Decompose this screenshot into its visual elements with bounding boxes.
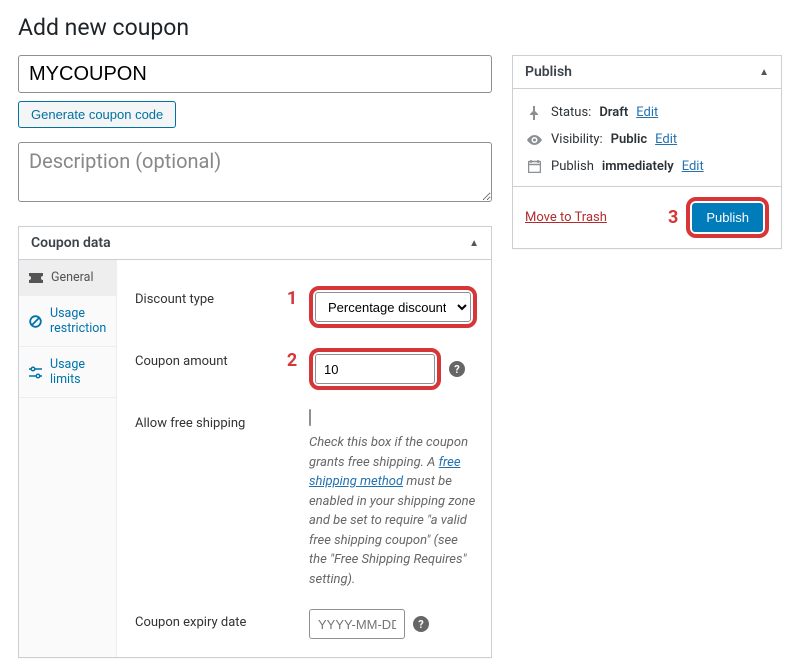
block-icon [29,315,42,328]
tab-usage-limits[interactable]: Usage limits [19,347,116,398]
edit-schedule-link[interactable]: Edit [682,159,704,174]
pin-icon [525,106,543,120]
page-title: Add new coupon [18,14,782,41]
visibility-label: Visibility: [551,132,603,147]
panel-toggle-icon[interactable]: ▲ [759,67,769,78]
help-icon[interactable]: ? [449,361,465,377]
edit-status-link[interactable]: Edit [636,105,658,120]
callout-marker-1: 1 [281,286,303,309]
move-to-trash-link[interactable]: Move to Trash [525,210,607,225]
tab-usage-restriction[interactable]: Usage restriction [19,296,116,347]
help-icon[interactable]: ? [413,616,429,632]
tab-label: Usage limits [50,357,106,387]
coupon-description-textarea[interactable] [18,142,492,202]
panel-toggle-icon[interactable]: ▲ [469,238,479,249]
discount-type-label: Discount type [135,286,275,307]
callout-marker-3: 3 [668,207,678,228]
callout-box-1: Percentage discount [309,286,477,328]
expiry-date-label: Coupon expiry date [135,609,275,630]
callout-box-2 [309,348,441,390]
tab-label: General [51,270,94,285]
generate-coupon-code-button[interactable]: Generate coupon code [18,101,176,128]
status-value: Draft [599,105,628,120]
free-shipping-label: Allow free shipping [135,410,275,431]
tab-general[interactable]: General [19,260,116,296]
coupon-amount-input[interactable] [315,354,435,384]
schedule-label: Publish [551,159,594,174]
publish-title: Publish [525,64,572,80]
callout-marker-2: 2 [281,348,303,371]
visibility-value: Public [611,132,647,147]
publish-panel: Publish ▲ Status: Draft Edit Visibility: [512,55,782,249]
coupon-code-input[interactable] [18,55,492,93]
ticket-icon [29,273,43,283]
free-shipping-checkbox[interactable] [309,409,311,426]
coupon-amount-label: Coupon amount [135,348,275,369]
coupon-data-title: Coupon data [31,235,111,251]
expiry-date-input[interactable] [309,609,405,639]
tab-label: Usage restriction [50,306,106,336]
status-label: Status: [551,105,591,120]
free-shipping-description: Check this box if the coupon grants free… [309,433,477,589]
publish-button[interactable]: Publish [692,203,763,232]
sliders-icon [29,366,42,379]
edit-visibility-link[interactable]: Edit [655,132,677,147]
coupon-tabs: General Usage restriction Usage limits [19,260,117,657]
discount-type-select[interactable]: Percentage discount [315,292,471,322]
calendar-icon [525,160,543,173]
schedule-value: immediately [602,159,674,174]
coupon-data-panel: Coupon data ▲ General Usage re [18,226,492,658]
eye-icon [525,135,543,145]
callout-box-3: Publish [686,197,769,238]
